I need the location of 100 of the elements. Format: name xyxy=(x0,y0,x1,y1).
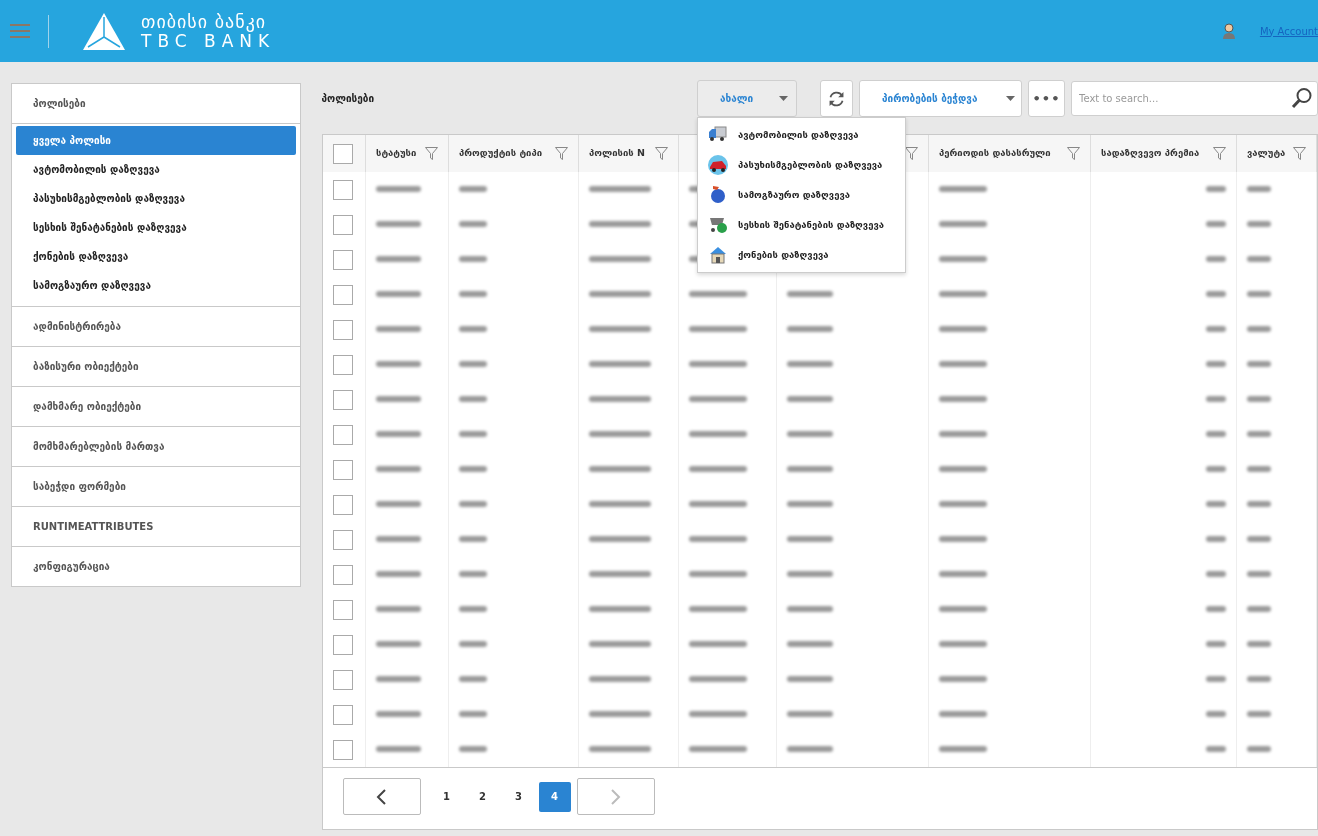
blurred-text xyxy=(376,571,421,578)
filter-icon[interactable] xyxy=(905,147,918,160)
row-checkbox[interactable] xyxy=(332,669,353,690)
sidebar-section[interactable]: RUNTIMEATTRIBUTES xyxy=(12,507,300,546)
row-checkbox[interactable] xyxy=(332,179,353,200)
sidebar-section[interactable]: ბაზისური ობიექტები xyxy=(12,347,300,386)
blurred-text xyxy=(376,256,421,263)
more-button[interactable]: ••• xyxy=(1028,80,1065,117)
blurred-text xyxy=(376,676,421,683)
row-checkbox[interactable] xyxy=(332,459,353,480)
blurred-text xyxy=(589,256,651,263)
blurred-text xyxy=(1206,466,1226,473)
page-button[interactable]: 4 xyxy=(538,781,571,812)
previous-page-button[interactable] xyxy=(342,778,421,815)
sidebar-item[interactable]: ყველა პოლისი xyxy=(16,126,296,155)
row-checkbox[interactable] xyxy=(332,494,353,515)
row-checkbox[interactable] xyxy=(332,564,353,585)
row-checkbox[interactable] xyxy=(332,284,353,305)
row-checkbox[interactable] xyxy=(332,249,353,270)
filter-icon[interactable] xyxy=(1293,147,1306,160)
row-checkbox[interactable] xyxy=(332,599,353,620)
blurred-text xyxy=(1247,536,1271,543)
triangle-logo-icon xyxy=(83,12,125,50)
row-checkbox[interactable] xyxy=(332,319,353,340)
menu-item[interactable]: ქონების დაზღვევა xyxy=(698,240,905,270)
blurred-text xyxy=(939,291,987,298)
sidebar-item[interactable]: ავტომობილის დაზღვევა xyxy=(16,155,296,184)
blurred-text xyxy=(1206,676,1226,683)
sidebar-section[interactable]: ადმინისტრირება xyxy=(12,307,300,346)
filter-icon[interactable] xyxy=(425,147,438,160)
blurred-text xyxy=(787,501,833,508)
row-checkbox[interactable] xyxy=(332,214,353,235)
menu-icon[interactable] xyxy=(10,23,30,39)
row-checkbox[interactable] xyxy=(332,634,353,655)
row-checkbox[interactable] xyxy=(332,354,353,375)
blurred-text xyxy=(939,186,987,193)
row-checkbox[interactable] xyxy=(332,529,353,550)
page-button[interactable]: 2 xyxy=(466,781,499,812)
blurred-text xyxy=(939,641,987,648)
row-checkbox[interactable] xyxy=(332,389,353,410)
filter-icon[interactable] xyxy=(1067,147,1080,160)
search-icon[interactable] xyxy=(1291,87,1313,109)
print-dropdown-button[interactable]: პირობების ბეჭდვა xyxy=(859,80,1022,117)
blurred-text xyxy=(459,536,487,543)
blurred-text xyxy=(689,641,747,648)
blurred-text xyxy=(459,606,487,613)
blurred-text xyxy=(589,431,651,438)
row-checkbox[interactable] xyxy=(332,739,353,760)
house-icon xyxy=(708,245,728,265)
chevron-right-icon xyxy=(610,788,621,805)
sidebar-item[interactable]: პასუხისმგებლობის დაზღვევა xyxy=(16,184,296,213)
blurred-text xyxy=(1247,606,1271,613)
menu-item[interactable]: პასუხისმგებლობის დაზღვევა xyxy=(698,150,905,180)
row-checkbox[interactable] xyxy=(332,424,353,445)
blurred-text xyxy=(689,746,747,753)
page-title: პოლისები xyxy=(321,92,375,106)
column-header[interactable]: ვალუტა xyxy=(1247,146,1286,161)
page-button[interactable]: 1 xyxy=(430,781,463,812)
blurred-text xyxy=(1206,536,1226,543)
blurred-text xyxy=(1206,186,1226,193)
filter-icon[interactable] xyxy=(1213,147,1226,160)
blurred-text xyxy=(589,361,651,368)
sidebar-item[interactable]: სესხის შენატანების დაზღვევა xyxy=(16,213,296,242)
blurred-text xyxy=(376,711,421,718)
blurred-text xyxy=(939,606,987,613)
menu-item[interactable]: ავტომობილის დაზღვევა xyxy=(698,120,905,150)
refresh-button[interactable] xyxy=(820,80,853,117)
sidebar-section[interactable]: კონფიგურაცია xyxy=(12,547,300,586)
sidebar-section[interactable]: მომხმარებლების მართვა xyxy=(12,427,300,466)
blurred-text xyxy=(459,711,487,718)
menu-item[interactable]: სესხის შენატანების დაზღვევა xyxy=(698,210,905,240)
sidebar-section[interactable]: საბეჭდი ფორმები xyxy=(12,467,300,506)
sidebar-item[interactable]: სამოგზაურო დაზღვევა xyxy=(16,271,296,300)
blurred-text xyxy=(689,571,747,578)
blurred-text xyxy=(376,291,421,298)
sidebar-section[interactable]: დამხმარე ობიექტები xyxy=(12,387,300,426)
blurred-text xyxy=(376,431,421,438)
blurred-text xyxy=(1206,291,1226,298)
menu-item[interactable]: სამოგზაურო დაზღვევა xyxy=(698,180,905,210)
blurred-text xyxy=(939,256,987,263)
logo-title: თიბისი ბანკი xyxy=(141,12,268,32)
filter-icon[interactable] xyxy=(655,147,668,160)
blurred-text xyxy=(689,606,747,613)
blurred-text xyxy=(1247,396,1271,403)
column-header[interactable]: სტატუსი xyxy=(376,146,417,161)
user-icon[interactable] xyxy=(1221,23,1236,39)
sidebar-section[interactable]: პოლისები xyxy=(12,84,300,123)
blurred-text xyxy=(787,711,833,718)
page-button[interactable]: 3 xyxy=(502,781,535,812)
search-field[interactable]: Text to search... xyxy=(1071,81,1318,116)
filter-icon[interactable] xyxy=(555,147,568,160)
blurred-text xyxy=(589,501,651,508)
blurred-text xyxy=(589,326,651,333)
blurred-text xyxy=(939,676,987,683)
row-checkbox[interactable] xyxy=(332,704,353,725)
blurred-text xyxy=(589,606,651,613)
blurred-text xyxy=(376,641,421,648)
blurred-text xyxy=(589,221,651,228)
select-all-checkbox[interactable] xyxy=(332,143,353,164)
sidebar-item[interactable]: ქონების დაზღვევა xyxy=(16,242,296,271)
